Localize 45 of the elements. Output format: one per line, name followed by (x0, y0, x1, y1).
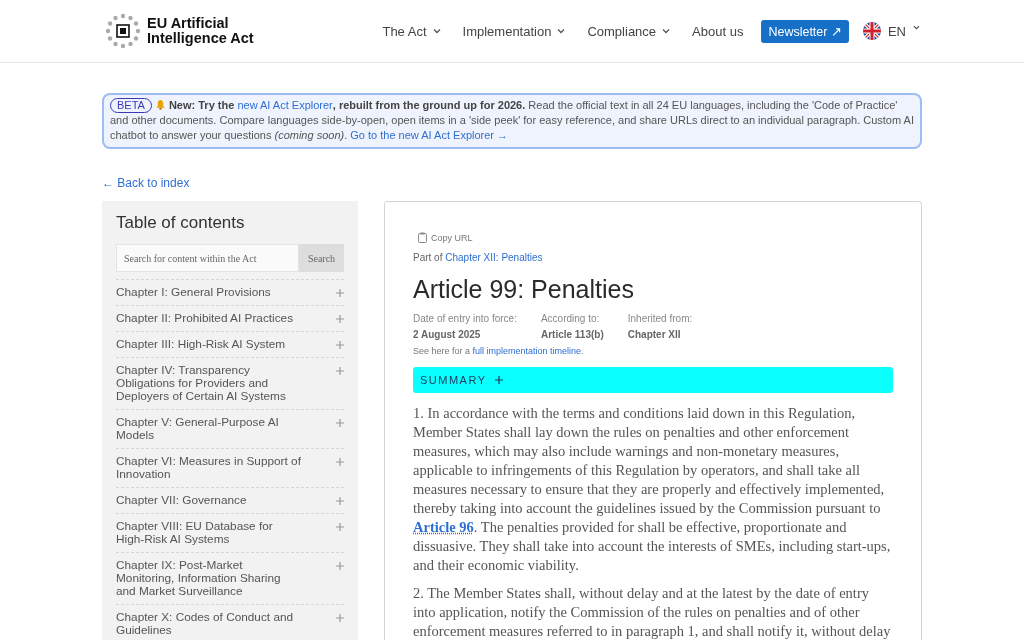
nav-link[interactable]: About us (681, 23, 755, 39)
article-title: Article 99: Penalties (413, 275, 635, 304)
article-link[interactable]: Article 96 (413, 519, 474, 535)
chapter-link[interactable]: Chapter IV: Transparency Obligations for Providers and Deployers of Certain AI Systems (116, 364, 302, 403)
newsletter-button[interactable]: Newsletter ↗ (761, 19, 849, 43)
chapter-link[interactable]: Chapter VII: Governance (116, 494, 247, 507)
article-paragraph: 2. The Member States shall, without delay and at the latest by the date of entry into application, notify the Commission of the rules on penalties and of other enforcement measures referred to in paragraph 1, and shall notify it, without delay (413, 584, 892, 640)
chapter-link[interactable]: Chapter VI: Measures in Support of Innovation (116, 455, 302, 481)
toc-heading: Table of contents (116, 213, 246, 233)
meta-value: Chapter XII (627, 329, 682, 340)
meta-label: Inherited from: (627, 313, 693, 324)
bell-icon (154, 99, 166, 110)
copy-url-link[interactable]: Copy URL (431, 232, 473, 243)
explorer-link[interactable]: Go to the new AI Act Explorer → (350, 129, 509, 141)
back-link[interactable]: ← Back to index (102, 176, 190, 190)
chapter-link[interactable]: Chapter X: Codes of Conduct and Guidelines (116, 611, 302, 637)
breadcrumb-text: Part of Chapter XII: Penalties (413, 252, 544, 263)
meta-label: Date of entry into force: (413, 313, 517, 324)
search-field[interactable]: Search for content within the Act (116, 244, 299, 272)
nav-link[interactable]: Implementation (451, 23, 577, 39)
expand-icon[interactable] (494, 376, 503, 384)
article-paragraph: 1. In accordance with the terms and conditions laid down in this Regulation, Member States shall lay down the rules on penalties and other enforcement measures, which may also include warnings and non-monetary measures, applicable to infringements of this Regulation by operators, and shall take all measures necessary to ensure that they are properly and effectively implemented, thereby taking into account the guidelines issued by the Commission pursuant to Article 96. The penalties provided for shall be effective, proportionate and dissuasive. They shall take into account the interests of SMEs, including start-ups, and their economic viability. (413, 404, 892, 575)
chapter-link[interactable]: Chapter IX: Post-Market Monitoring, Information Sharing and Market Surveillance (116, 559, 302, 598)
flag-icon[interactable] (862, 22, 881, 40)
nav-link[interactable]: The Act (371, 23, 452, 39)
meta-value: Article 113(b) (540, 329, 604, 340)
meta-label: According to: (540, 313, 600, 324)
timeline-note: See here for a full implementation timeline. (413, 346, 585, 356)
announcement-text: BETA New: Try the new AI Act Explorer, rebuilt from the ground up for 2026. Read the official text in all 24 EU languages, including the 'Code of Practice' and other documents. Compare languages side-by-open, open items in a 'side peek' for easy reference, and share URLs direct to an individual paragraph. Custom AI chatbot to answer your questions (coming soon). Go to the new AI Act Explorer → (110, 98, 914, 143)
search-button[interactable]: Search (299, 244, 344, 272)
chapter-link[interactable]: Chapter VIII: EU Database for High-Risk AI Systems (116, 520, 302, 546)
meta-value: 2 August 2025 (413, 329, 482, 340)
summary-toggle[interactable]: SUMMARY (413, 367, 893, 393)
site-title[interactable]: EU Artificial Intelligence Act (147, 16, 297, 46)
chapter-link[interactable]: Chapter XII: Penalties (445, 252, 543, 263)
language-selector[interactable]: EN (887, 23, 906, 39)
chevron-icon (913, 24, 920, 30)
explorer-link[interactable]: new AI Act Explorer (237, 99, 333, 111)
nav-link[interactable]: Compliance (576, 23, 682, 39)
chapter-link[interactable]: Chapter V: General-Purpose AI Models (116, 416, 302, 442)
logo-icon[interactable] (105, 13, 141, 49)
chapter-link[interactable]: Chapter I: General Provisions (116, 286, 271, 299)
chapter-link[interactable]: Chapter II: Prohibited AI Practices (116, 312, 294, 325)
chapter-link[interactable]: Chapter III: High-Risk AI System (116, 338, 286, 351)
clipboard-icon[interactable] (418, 232, 427, 243)
